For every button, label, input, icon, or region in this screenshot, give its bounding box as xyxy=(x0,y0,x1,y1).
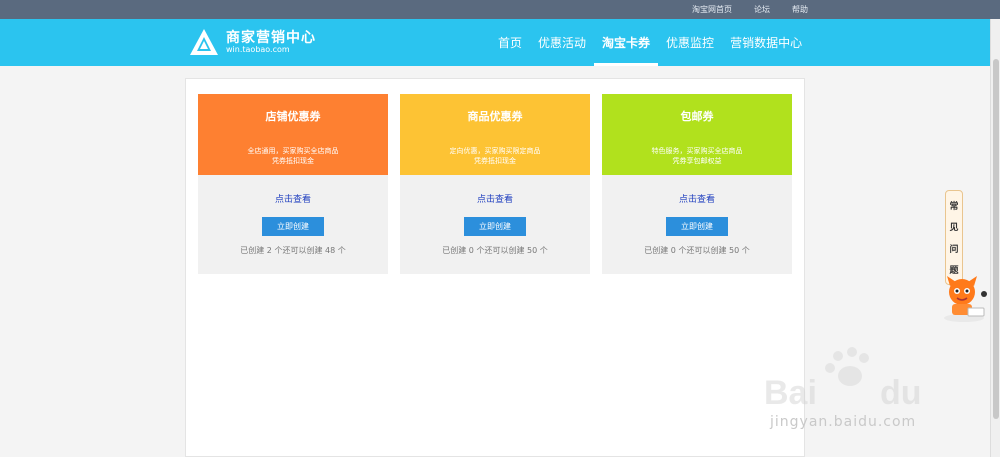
svg-text:du: du xyxy=(880,374,922,412)
nav-promotions[interactable]: 优惠活动 xyxy=(530,19,594,66)
content-panel: 店铺优惠券 全店通用，买家购买全店商品 凭券抵扣现金 点击查看 立即创建 已创建… xyxy=(185,78,805,457)
nav-coupons[interactable]: 淘宝卡券 xyxy=(594,19,659,66)
free-shipping-coupon-card: 包邮券 特色服务，买家购买全店商品 凭券享包邮权益 点击查看 立即创建 已创建 … xyxy=(602,94,792,274)
create-button[interactable]: 立即创建 xyxy=(262,217,324,236)
main-nav: 首页 优惠活动 淘宝卡券 优惠监控 营销数据中心 xyxy=(490,19,810,66)
scrollbar-thumb[interactable] xyxy=(993,59,999,419)
logo-url: win.taobao.com xyxy=(226,45,290,55)
nav-home[interactable]: 首页 xyxy=(490,19,530,66)
card-title: 商品优惠券 xyxy=(467,110,523,123)
card-description: 全店通用，买家购买全店商品 凭券抵扣现金 xyxy=(247,147,339,165)
card-header: 店铺优惠券 全店通用，买家购买全店商品 凭券抵扣现金 xyxy=(198,94,388,175)
forum-link[interactable]: 论坛 xyxy=(754,4,770,15)
top-bar: 淘宝网首页 论坛 帮助 xyxy=(0,0,1000,19)
scrollbar[interactable] xyxy=(990,19,1000,457)
faq-tab[interactable]: 常 见 问 题 xyxy=(945,190,963,285)
view-link[interactable]: 点击查看 xyxy=(602,192,792,205)
product-coupon-card: 商品优惠券 定向优惠，买家购买限定商品 凭券抵扣现金 点击查看 立即创建 已创建… xyxy=(400,94,590,274)
card-description: 定向优惠，买家购买限定商品 凭券抵扣现金 xyxy=(449,147,541,165)
card-title: 店铺优惠券 xyxy=(265,110,321,123)
view-link[interactable]: 点击查看 xyxy=(400,192,590,205)
quota-status: 已创建 2 个还可以创建 48 个 xyxy=(240,246,346,255)
header: 商家营销中心 win.taobao.com 首页 优惠活动 淘宝卡券 优惠监控 … xyxy=(0,19,1000,66)
taobao-home-link[interactable]: 淘宝网首页 xyxy=(692,4,732,15)
card-title: 包邮券 xyxy=(680,110,714,123)
card-header: 商品优惠券 定向优惠，买家购买限定商品 凭券抵扣现金 xyxy=(400,94,590,175)
card-header: 包邮券 特色服务，买家购买全店商品 凭券享包邮权益 xyxy=(602,94,792,175)
mascot-icon[interactable] xyxy=(938,272,990,324)
create-button[interactable]: 立即创建 xyxy=(666,217,728,236)
nav-monitoring[interactable]: 优惠监控 xyxy=(658,19,722,66)
logo-title: 商家营销中心 xyxy=(226,29,316,46)
logo-triangle-icon xyxy=(190,29,218,55)
svg-text:Bai: Bai xyxy=(764,374,817,412)
shop-coupon-card: 店铺优惠券 全店通用，买家购买全店商品 凭券抵扣现金 点击查看 立即创建 已创建… xyxy=(198,94,388,274)
logo[interactable]: 商家营销中心 win.taobao.com xyxy=(188,27,316,59)
help-link[interactable]: 帮助 xyxy=(792,4,808,15)
card-description: 特色服务，买家购买全店商品 凭券享包邮权益 xyxy=(651,147,743,165)
view-link[interactable]: 点击查看 xyxy=(198,192,388,205)
nav-data-center[interactable]: 营销数据中心 xyxy=(722,19,810,66)
top-links: 淘宝网首页 论坛 帮助 xyxy=(692,0,808,19)
create-button[interactable]: 立即创建 xyxy=(464,217,526,236)
quota-status: 已创建 0 个还可以创建 50 个 xyxy=(644,246,750,255)
watermark-url: jingyan.baidu.com xyxy=(770,414,917,430)
quota-status: 已创建 0 个还可以创建 50 个 xyxy=(442,246,548,255)
